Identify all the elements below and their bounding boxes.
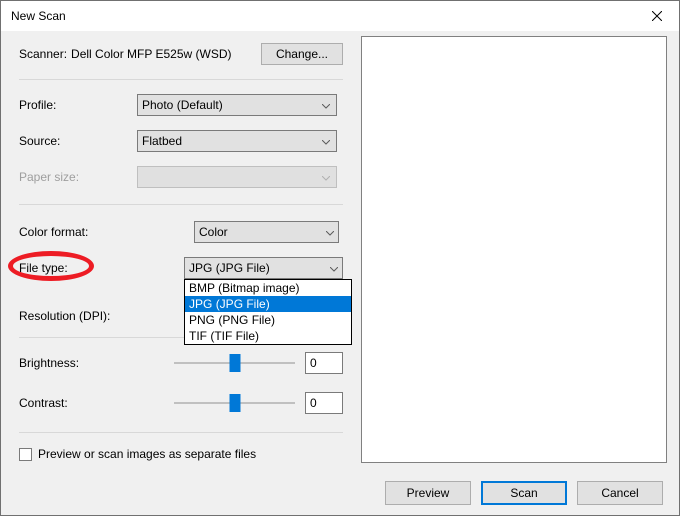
- source-select[interactable]: Flatbed: [137, 130, 337, 152]
- change-scanner-button[interactable]: Change...: [261, 43, 343, 65]
- color-format-select[interactable]: Color: [194, 221, 339, 243]
- source-row: Source: Flatbed: [19, 130, 343, 152]
- brightness-label: Brightness:: [19, 356, 174, 370]
- source-label: Source:: [19, 134, 137, 148]
- close-button[interactable]: [634, 1, 679, 31]
- file-type-select[interactable]: JPG (JPG File) BMP (Bitmap image) JPG (J…: [184, 257, 343, 279]
- contrast-row: Contrast:: [19, 392, 343, 414]
- file-type-row: File type: JPG (JPG File) BMP (Bitmap im…: [19, 257, 343, 279]
- button-bar: Preview Scan Cancel: [1, 471, 679, 515]
- scanner-label: Scanner:: [19, 47, 67, 61]
- chevron-down-icon: [320, 170, 332, 184]
- slider-thumb[interactable]: [229, 354, 240, 372]
- paper-size-row: Paper size:: [19, 166, 343, 188]
- slider-thumb[interactable]: [229, 394, 240, 412]
- profile-label: Profile:: [19, 98, 137, 112]
- preview-area[interactable]: [361, 36, 667, 463]
- preview-pane: [359, 31, 679, 471]
- paper-size-select: [137, 166, 337, 188]
- file-type-option-jpg[interactable]: JPG (JPG File): [185, 296, 351, 312]
- brightness-row: Brightness:: [19, 352, 343, 374]
- cancel-button[interactable]: Cancel: [577, 481, 663, 505]
- separate-files-checkbox[interactable]: [19, 448, 32, 461]
- contrast-input[interactable]: [305, 392, 343, 414]
- paper-size-label: Paper size:: [19, 170, 137, 184]
- color-format-label: Color format:: [19, 225, 194, 239]
- chevron-down-icon: [326, 225, 334, 239]
- brightness-slider[interactable]: [174, 352, 295, 374]
- contrast-label: Contrast:: [19, 396, 174, 410]
- file-type-option-bmp[interactable]: BMP (Bitmap image): [185, 280, 351, 296]
- settings-pane: Scanner: Dell Color MFP E525w (WSD) Chan…: [1, 31, 359, 471]
- titlebar: New Scan: [1, 1, 679, 31]
- file-type-label: File type:: [19, 261, 184, 275]
- dialog-content: Scanner: Dell Color MFP E525w (WSD) Chan…: [1, 31, 679, 471]
- file-type-dropdown: BMP (Bitmap image) JPG (JPG File) PNG (P…: [184, 279, 352, 345]
- profile-select[interactable]: Photo (Default): [137, 94, 337, 116]
- window-title: New Scan: [11, 9, 634, 23]
- separate-files-label: Preview or scan images as separate files: [38, 447, 256, 461]
- contrast-slider[interactable]: [174, 392, 295, 414]
- scanner-row: Scanner: Dell Color MFP E525w (WSD) Chan…: [19, 43, 343, 65]
- resolution-label: Resolution (DPI):: [19, 309, 194, 323]
- file-type-option-png[interactable]: PNG (PNG File): [185, 312, 351, 328]
- new-scan-dialog: New Scan Scanner: Dell Color MFP E525w (…: [0, 0, 680, 516]
- chevron-down-icon: [320, 134, 332, 148]
- scan-button[interactable]: Scan: [481, 481, 567, 505]
- scanner-name: Dell Color MFP E525w (WSD): [71, 47, 231, 61]
- separate-files-row: Preview or scan images as separate files: [19, 447, 343, 461]
- preview-button[interactable]: Preview: [385, 481, 471, 505]
- color-format-row: Color format: Color: [19, 221, 343, 243]
- chevron-down-icon: [320, 98, 332, 112]
- brightness-input[interactable]: [305, 352, 343, 374]
- close-icon: [652, 11, 662, 21]
- file-type-option-tif[interactable]: TIF (TIF File): [185, 328, 351, 344]
- profile-row: Profile: Photo (Default): [19, 94, 343, 116]
- chevron-down-icon: [330, 261, 338, 275]
